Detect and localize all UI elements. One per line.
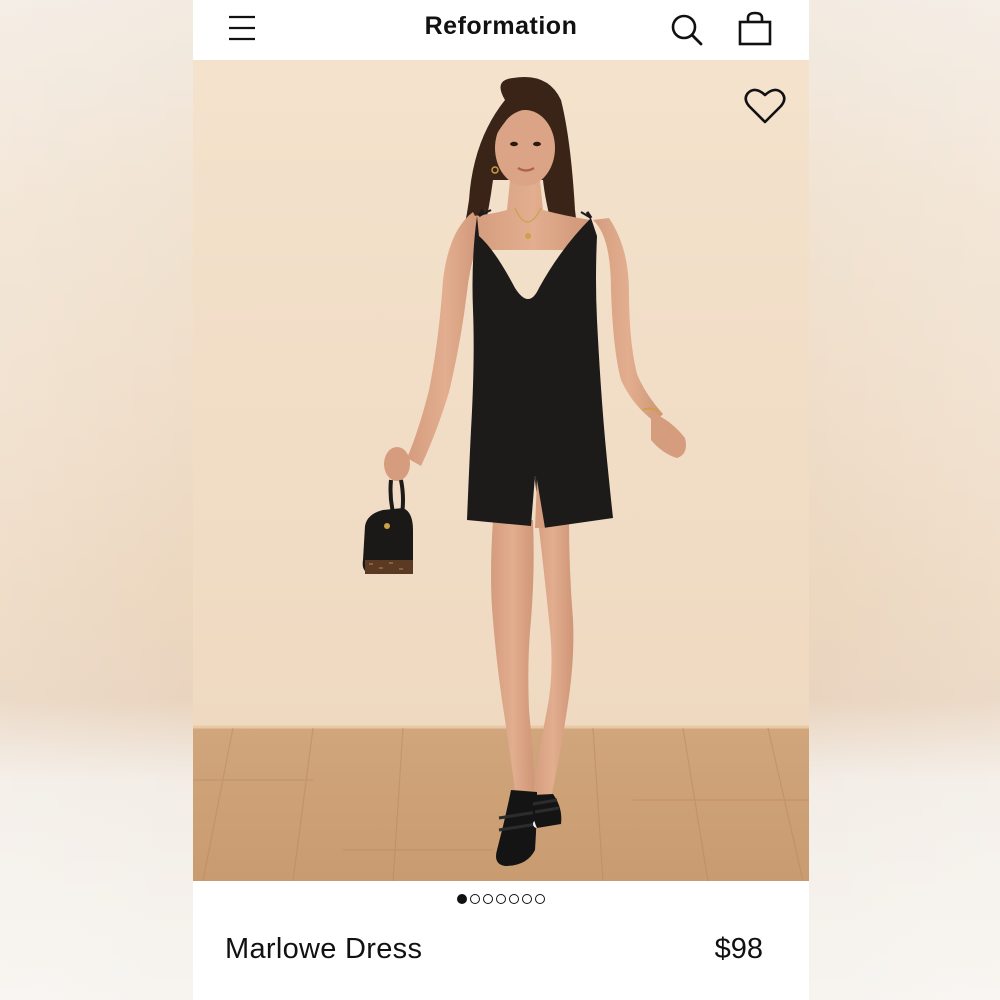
search-icon — [671, 14, 703, 46]
product-image[interactable] — [193, 60, 809, 881]
search-button[interactable] — [667, 10, 707, 50]
shopping-bag-icon — [738, 11, 772, 46]
top-nav-bar: Reformation — [193, 0, 809, 60]
brand-logo[interactable]: Reformation — [193, 12, 809, 41]
pagination-dot-6[interactable] — [522, 894, 532, 904]
pagination-dot-3[interactable] — [483, 894, 493, 904]
favorite-button[interactable] — [743, 86, 787, 126]
pagination-dot-5[interactable] — [509, 894, 519, 904]
pagination-dot-7[interactable] — [535, 894, 545, 904]
pagination-dot-2[interactable] — [470, 894, 480, 904]
image-pagination — [193, 892, 809, 908]
phone-screen: Reformation Marlowe Dress $98 — [193, 0, 809, 1000]
pagination-dot-1[interactable] — [457, 894, 467, 904]
product-name: Marlowe Dress — [225, 933, 423, 965]
pagination-dot-4[interactable] — [496, 894, 506, 904]
shopping-bag-button[interactable] — [735, 10, 775, 50]
product-price: $98 — [714, 933, 763, 965]
product-photo — [193, 60, 809, 881]
heart-icon — [744, 88, 786, 124]
